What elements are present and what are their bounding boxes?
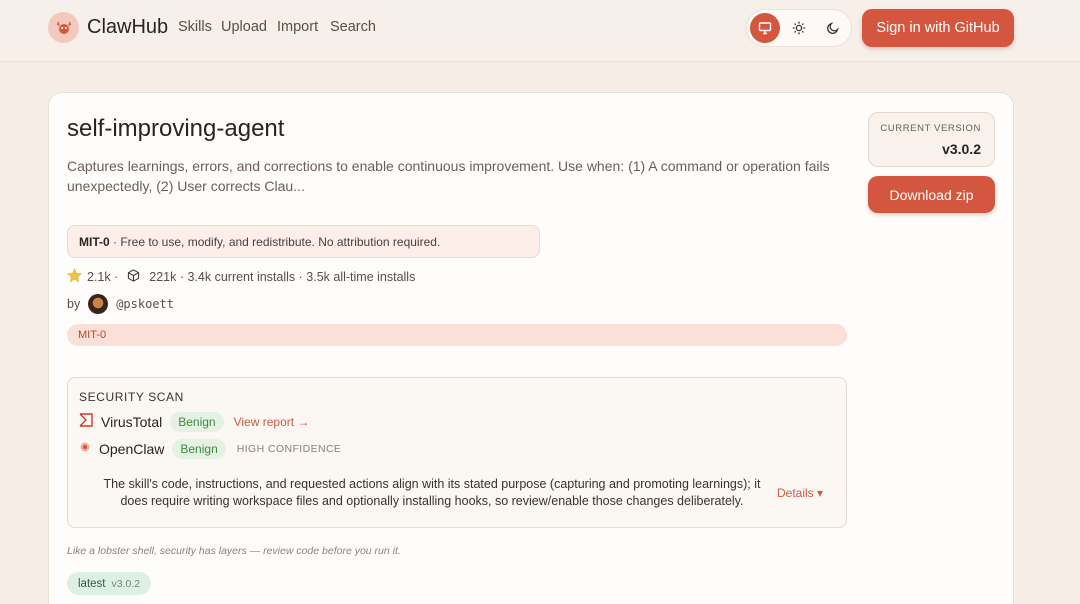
top-bar: ClawHub Skills Upload Import Search Sign… — [0, 0, 1080, 62]
version-tag-chip[interactable]: latest v3.0.2 — [67, 572, 152, 595]
nav-import[interactable]: Import — [277, 19, 318, 35]
virustotal-icon — [79, 412, 93, 432]
current-version-value: v3.0.2 — [942, 141, 981, 157]
skill-title: self-improving-agent — [67, 115, 285, 142]
author-handle[interactable]: @pskoett — [116, 297, 174, 311]
openclaw-icon — [79, 440, 91, 458]
nav-search[interactable]: Search — [330, 19, 376, 35]
scanner-row-virustotal: VirusTotal Benign View report → — [79, 412, 309, 432]
avatar[interactable] — [88, 294, 109, 314]
security-heading: SECURITY SCAN — [79, 390, 184, 404]
skill-stats: 2.1k · 221k · 3.4k current installs · 3.… — [67, 268, 415, 286]
scanner-name: VirusTotal — [101, 414, 163, 430]
by-label: by — [67, 297, 81, 311]
nav-upload[interactable]: Upload — [221, 19, 267, 35]
scanner-row-openclaw: OpenClaw Benign HIGH CONFIDENCE — [79, 439, 341, 459]
current-version-box: CURRENT VERSION v3.0.2 — [868, 112, 995, 167]
security-summary: The skill's code, instructions, and requ… — [103, 477, 761, 508]
star-count: 2.1k · — [87, 270, 119, 284]
version-tag-number: v3.0.2 — [111, 577, 141, 590]
license-tag: MIT-0 — [67, 324, 847, 346]
skill-description: Captures learnings, errors, and correcti… — [67, 158, 830, 194]
details-toggle[interactable]: Details ▾ — [777, 486, 823, 500]
package-icon — [127, 269, 140, 285]
benign-badge: Benign — [170, 412, 224, 432]
moon-icon[interactable] — [818, 13, 848, 43]
brand-name[interactable]: ClawHub — [87, 16, 168, 39]
clawhub-logo-icon[interactable] — [48, 12, 79, 43]
view-report-link[interactable]: View report → — [234, 415, 310, 429]
sun-icon[interactable] — [784, 13, 814, 43]
license-text: · Free to use, modify, and redistribute.… — [109, 235, 441, 249]
security-note: Like a lobster shell, security has layer… — [67, 545, 401, 557]
star-icon — [67, 268, 82, 286]
confidence-label: HIGH CONFIDENCE — [236, 443, 342, 455]
scanner-name: OpenClaw — [99, 441, 165, 457]
download-zip-button[interactable]: Download zip — [868, 176, 995, 213]
install-count: 221k · 3.4k current installs · 3.5k all-… — [149, 270, 416, 284]
monitor-icon[interactable] — [750, 13, 780, 43]
author-byline: by @pskoett — [67, 294, 174, 314]
theme-toggle — [746, 9, 852, 47]
benign-badge: Benign — [172, 439, 226, 459]
version-tag-name: latest — [78, 577, 106, 590]
security-scan-panel: SECURITY SCAN VirusTotal Benign View rep… — [67, 377, 847, 528]
signin-github-button[interactable]: Sign in with GitHub — [862, 9, 1014, 47]
license-name: MIT-0 — [79, 235, 110, 249]
nav-skills[interactable]: Skills — [178, 19, 212, 35]
current-version-label: CURRENT VERSION — [880, 123, 981, 134]
license-notice: MIT-0 · Free to use, modify, and redistr… — [67, 225, 540, 258]
